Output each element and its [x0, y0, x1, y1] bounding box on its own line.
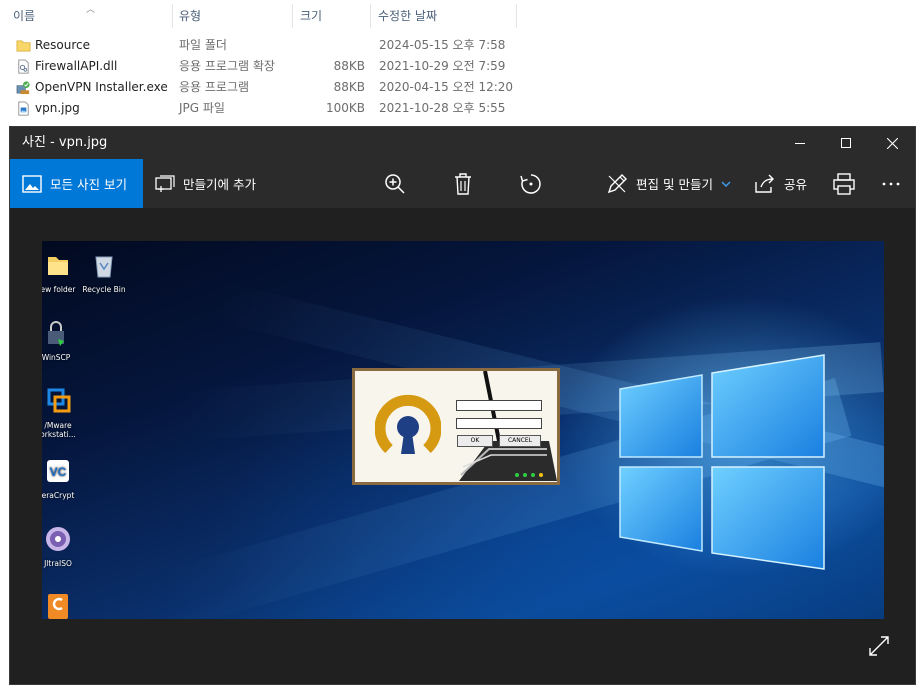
winscp-icon: [48, 321, 64, 346]
edit-create-button[interactable]: 편집 및 만들기: [606, 159, 731, 208]
minimize-button[interactable]: [777, 127, 823, 159]
orange-app-icon: [48, 594, 68, 619]
add-to-creation-button[interactable]: 만들기에 추가: [155, 159, 256, 208]
dll-file-icon: [18, 59, 29, 74]
share-button[interactable]: 공유: [754, 159, 807, 208]
column-header-name[interactable]: 이름: [13, 0, 35, 32]
desktop-icon-winscp[interactable]: WinSCP: [42, 319, 86, 362]
fullscreen-button[interactable]: [869, 636, 889, 660]
maximize-icon: [841, 138, 851, 148]
openvpn-dialog[interactable]: OK CANCEL: [352, 368, 560, 485]
dialog-cancel-button[interactable]: CANCEL: [499, 435, 541, 447]
file-row[interactable]: Resource 파일 폴더 2024-05-15 오후 7:58: [0, 35, 923, 56]
column-divider[interactable]: [370, 4, 371, 28]
minimize-icon: [795, 143, 805, 144]
photos-window: 사진 - vpn.jpg 모든 사진 보기 만들기에 추가 편집 및 만들기 공…: [9, 126, 916, 685]
file-type: JPG 파일: [179, 101, 225, 115]
desktop-icon-label: eraCrypt: [42, 491, 75, 500]
windows-logo: [619, 354, 825, 570]
svg-text:VC: VC: [50, 465, 67, 479]
file-row[interactable]: FirewallAPI.dll 응용 프로그램 확장 88KB 2021-10-…: [0, 56, 923, 77]
share-label: 공유: [784, 177, 808, 192]
add-to-album-icon: [155, 174, 175, 192]
file-type: 응용 프로그램: [179, 80, 250, 94]
desktop-icon-label: /Mware: [44, 421, 72, 430]
column-header-type[interactable]: 유형: [179, 0, 201, 32]
openvpn-logo-icon: [375, 395, 441, 454]
print-button[interactable]: [833, 159, 855, 208]
dialog-input-field[interactable]: [456, 418, 542, 429]
vmware-icon: [47, 388, 71, 413]
folder-icon: [16, 40, 31, 52]
all-photos-button[interactable]: 모든 사진 보기: [10, 159, 143, 208]
file-size: 88KB: [333, 80, 365, 94]
file-size: 88KB: [333, 59, 365, 73]
edit-pencil-icon: [607, 173, 627, 193]
ultraiso-disc-icon: [46, 527, 70, 551]
rotate-icon: [520, 173, 541, 194]
desktop-icon-recycle-bin[interactable]: Recycle Bin: [74, 251, 134, 294]
close-icon: [886, 137, 898, 149]
all-photos-label: 모든 사진 보기: [50, 177, 127, 192]
maximize-button[interactable]: [823, 127, 869, 159]
expand-icon: [869, 636, 889, 656]
folder-icon: [48, 257, 68, 275]
file-row[interactable]: vpn.jpg JPG 파일 100KB 2021-10-28 오후 5:55: [0, 98, 923, 119]
desktop-icon-label: Recycle Bin: [82, 285, 126, 294]
desktop-icon-label: JltraISO: [44, 559, 72, 568]
file-size: 100KB: [325, 101, 365, 115]
desktop-icon-ultraiso[interactable]: JltraISO: [42, 525, 88, 568]
dialog-input-field[interactable]: [456, 400, 542, 411]
sort-ascending-icon: ︿: [86, 5, 96, 15]
column-header-size[interactable]: 크기: [300, 0, 322, 32]
zoom-button[interactable]: [384, 159, 406, 208]
add-to-creation-label: 만들기에 추가: [183, 177, 256, 192]
photo-gallery-icon: [22, 174, 42, 193]
file-name: FirewallAPI.dll: [35, 59, 118, 73]
ellipsis-icon: [882, 182, 900, 185]
image-file-icon: [18, 101, 29, 116]
dialog-ok-button[interactable]: OK: [457, 435, 493, 447]
file-row[interactable]: OpenVPN Installer.exe 응용 프로그램 88KB 2020-…: [0, 77, 923, 98]
trash-icon: [455, 172, 471, 195]
exe-file-icon: [16, 81, 30, 95]
file-name: OpenVPN Installer.exe: [35, 80, 168, 94]
title-bar[interactable]: 사진 - vpn.jpg: [10, 127, 915, 159]
printer-icon: [833, 172, 855, 195]
toolbar: 모든 사진 보기 만들기에 추가 편집 및 만들기 공유: [10, 159, 915, 208]
zoom-in-icon: [385, 173, 405, 194]
file-type: 파일 폴더: [179, 38, 227, 52]
column-divider[interactable]: [172, 4, 173, 28]
file-modified: 2024-05-15 오후 7:58: [379, 38, 506, 52]
column-divider[interactable]: [292, 4, 293, 28]
chevron-down-icon: [721, 180, 731, 187]
file-type: 응용 프로그램 확장: [179, 59, 275, 73]
file-modified: 2020-04-15 오전 12:20: [379, 80, 514, 94]
file-explorer: 이름 ︿ 유형 크기 수정한 날짜 Resource 파일 폴더 2024-05…: [0, 0, 923, 126]
share-icon: [755, 174, 774, 193]
desktop-icon-label: WinSCP: [42, 353, 71, 362]
column-divider[interactable]: [516, 4, 517, 28]
desktop-icon-veracrypt[interactable]: VC eraCrypt: [42, 457, 88, 500]
file-modified: 2021-10-29 오전 7:59: [379, 59, 506, 73]
displayed-photo[interactable]: ew folder Recycle Bin WinSCP /Mware orks…: [42, 241, 884, 619]
file-name: vpn.jpg: [35, 101, 80, 115]
close-button[interactable]: [869, 127, 915, 159]
file-name: Resource: [35, 38, 91, 52]
delete-button[interactable]: [454, 159, 472, 208]
desktop-icon-app[interactable]: [42, 591, 88, 619]
rotate-button[interactable]: [520, 159, 542, 208]
window-title: 사진 - vpn.jpg: [22, 135, 108, 150]
veracrypt-icon: VC: [47, 460, 69, 482]
desktop-icon-vmware[interactable]: /Mware orkstati...: [42, 387, 88, 439]
edit-create-label: 편집 및 만들기: [636, 177, 713, 192]
desktop-icon-label: orkstati...: [42, 430, 76, 439]
recycle-bin-icon: [95, 256, 113, 278]
column-header-modified[interactable]: 수정한 날짜: [378, 0, 437, 32]
file-modified: 2021-10-28 오후 5:55: [379, 101, 506, 115]
more-options-button[interactable]: [882, 159, 900, 208]
